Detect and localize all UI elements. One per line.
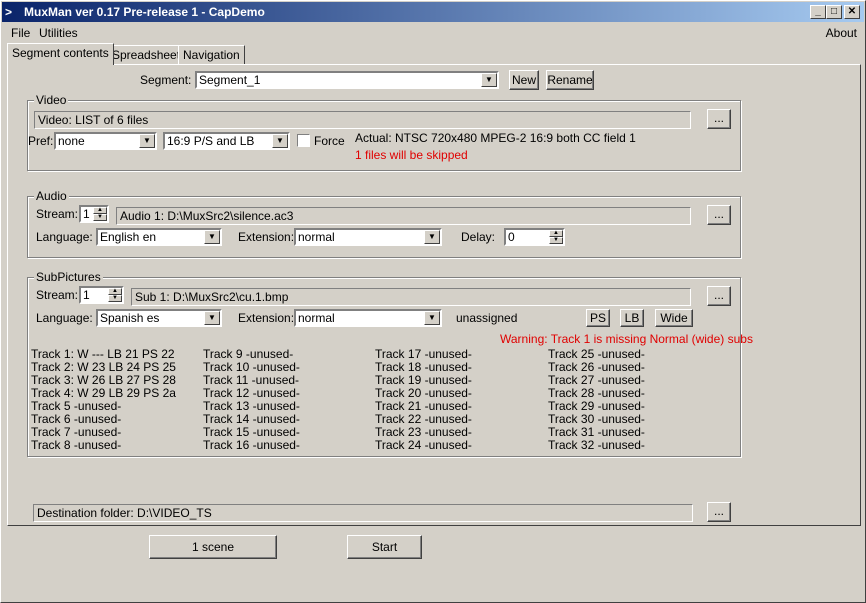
audio-language-value: English en <box>100 230 157 244</box>
segment-label: Segment: <box>140 73 192 87</box>
audio-group: Audio Stream: 1 ▲ ▼ Audio 1: D:\MuxSrc2\… <box>27 189 741 258</box>
video-skipped-warning: 1 files will be skipped <box>355 148 468 162</box>
audio-extension-select[interactable]: normal ▼ <box>294 228 442 246</box>
subpictures-group: SubPictures Stream: 1 ▲ ▼ Sub 1: D:\MuxS… <box>27 270 753 457</box>
tab-spreadsheet[interactable]: Spreadsheet <box>107 45 186 64</box>
audio-delay-label: Delay: <box>461 230 496 244</box>
main-window: > MuxMan ver 0.17 Pre-release 1 - CapDem… <box>0 0 866 603</box>
video-group-title: Video <box>34 93 69 107</box>
track-item: Track 8 -unused- <box>31 438 122 452</box>
spin-up-icon[interactable]: ▲ <box>549 230 563 237</box>
scene-button[interactable]: 1 scene <box>149 535 277 559</box>
track-item: Track 32 -unused- <box>548 438 645 452</box>
chevron-down-icon[interactable]: ▼ <box>424 230 440 244</box>
tab-navigation[interactable]: Navigation <box>178 45 245 64</box>
wide-button[interactable]: Wide <box>655 309 693 327</box>
video-pref-label: Pref: <box>28 134 54 148</box>
minimize-button[interactable]: _ <box>810 5 826 19</box>
rename-segment-button[interactable]: Rename <box>546 70 594 90</box>
video-file-list: Video: LIST of 6 files <box>34 111 691 129</box>
segment-value: Segment_1 <box>199 73 261 87</box>
spin-down-icon[interactable]: ▼ <box>549 237 563 244</box>
ps-button[interactable]: PS <box>586 309 610 327</box>
menu-bar: File Utilities About <box>3 24 863 42</box>
menu-about[interactable]: About <box>826 26 857 40</box>
audio-extension-label: Extension: <box>238 230 295 244</box>
track-item: Track 24 -unused- <box>375 438 472 452</box>
sub-file-path: Sub 1: D:\MuxSrc2\cu.1.bmp <box>131 288 691 306</box>
audio-delay-spinner[interactable]: 0 ▲ ▼ <box>504 228 565 246</box>
sub-extension-select[interactable]: normal ▼ <box>294 309 442 327</box>
menu-file[interactable]: File <box>11 26 30 40</box>
start-button[interactable]: Start <box>347 535 422 559</box>
menu-utilities[interactable]: Utilities <box>39 26 78 40</box>
audio-browse-button[interactable]: ... <box>707 205 731 225</box>
sub-extension-value: normal <box>298 311 335 325</box>
audio-file-path: Audio 1: D:\MuxSrc2\silence.ac3 <box>116 207 691 225</box>
audio-extension-value: normal <box>298 230 335 244</box>
maximize-button[interactable]: □ <box>826 5 842 19</box>
window-title: MuxMan ver 0.17 Pre-release 1 - CapDemo <box>24 5 265 19</box>
sub-language-value: Spanish es <box>100 311 160 325</box>
sub-stream-value: 1 <box>83 288 90 302</box>
audio-delay-value: 0 <box>508 230 515 244</box>
audio-stream-label: Stream: <box>36 207 79 221</box>
video-pref-select[interactable]: none ▼ <box>54 132 157 150</box>
segment-contents-panel: Segment: Segment_1 ▼ New Rename Video Vi… <box>7 64 861 526</box>
close-button[interactable]: ✕ <box>844 5 860 19</box>
sub-stream-spinner[interactable]: 1 ▲ ▼ <box>79 286 124 304</box>
sub-stream-label: Stream: <box>36 288 79 302</box>
chevron-down-icon[interactable]: ▼ <box>204 230 220 244</box>
sub-language-select[interactable]: Spanish es ▼ <box>96 309 222 327</box>
video-group: Video Video: LIST of 6 files ... Pref: n… <box>27 93 741 171</box>
chevron-down-icon[interactable]: ▼ <box>139 134 155 148</box>
lb-button[interactable]: LB <box>620 309 644 327</box>
audio-language-label: Language: <box>36 230 93 244</box>
video-actual-info: Actual: NTSC 720x480 MPEG-2 16:9 both CC… <box>355 131 636 145</box>
video-pref-value: none <box>58 134 85 148</box>
audio-stream-value: 1 <box>83 207 90 221</box>
subpictures-group-title: SubPictures <box>34 270 103 284</box>
video-browse-button[interactable]: ... <box>707 109 731 129</box>
segment-select[interactable]: Segment_1 ▼ <box>195 71 499 89</box>
audio-language-select[interactable]: English en ▼ <box>96 228 222 246</box>
audio-group-title: Audio <box>34 189 69 203</box>
destination-folder: Destination folder: D:\VIDEO_TS <box>33 504 693 522</box>
app-icon[interactable]: > <box>5 2 12 22</box>
new-segment-button[interactable]: New <box>509 70 539 90</box>
sub-unassigned-label: unassigned <box>456 311 518 325</box>
chevron-down-icon[interactable]: ▼ <box>424 311 440 325</box>
spin-down-icon[interactable]: ▼ <box>108 295 122 302</box>
spin-up-icon[interactable]: ▲ <box>108 288 122 295</box>
chevron-down-icon[interactable]: ▼ <box>204 311 220 325</box>
title-bar[interactable]: > MuxMan ver 0.17 Pre-release 1 - CapDem… <box>2 2 864 22</box>
force-label[interactable]: Force <box>314 134 345 148</box>
track-item: Track 16 -unused- <box>203 438 300 452</box>
sub-missing-warning: Warning: Track 1 is missing Normal (wide… <box>500 332 753 346</box>
video-aspect-select[interactable]: 16:9 P/S and LB ▼ <box>163 132 290 150</box>
spin-up-icon[interactable]: ▲ <box>93 207 107 214</box>
sub-language-label: Language: <box>36 311 93 325</box>
sub-extension-label: Extension: <box>238 311 295 325</box>
sub-browse-button[interactable]: ... <box>707 286 731 306</box>
chevron-down-icon[interactable]: ▼ <box>272 134 288 148</box>
video-aspect-value: 16:9 P/S and LB <box>167 134 255 148</box>
spin-down-icon[interactable]: ▼ <box>93 214 107 221</box>
tab-segment-contents[interactable]: Segment contents <box>7 43 114 65</box>
audio-stream-spinner[interactable]: 1 ▲ ▼ <box>79 205 109 223</box>
chevron-down-icon[interactable]: ▼ <box>481 73 497 87</box>
force-checkbox[interactable] <box>297 134 310 147</box>
destination-browse-button[interactable]: ... <box>707 502 731 522</box>
